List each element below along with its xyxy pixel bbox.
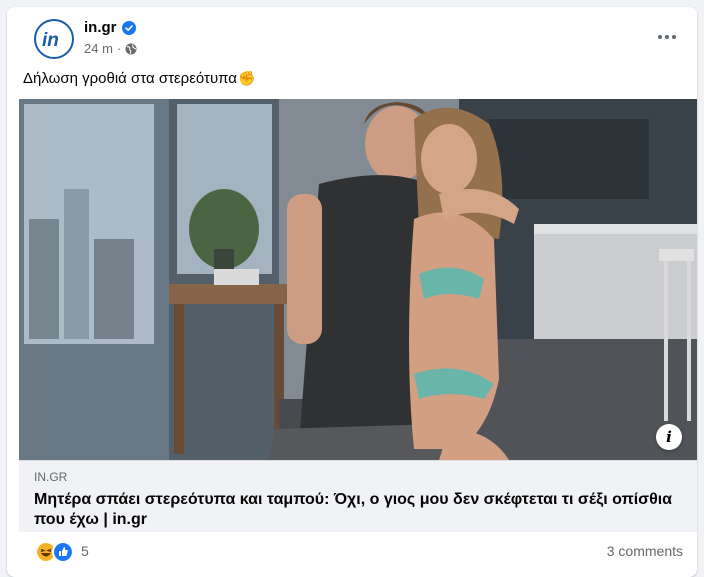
post-timestamp[interactable]: 24 m <box>84 41 113 56</box>
post-footer: 5 3 comments <box>7 539 697 567</box>
post-header: in in.gr 24 m · <box>7 7 697 67</box>
page-name-row: in.gr <box>84 19 136 36</box>
post-card: in in.gr 24 m · Δήλωση γροθιά στα στερεό… <box>7 7 697 577</box>
verified-badge-icon <box>121 20 136 35</box>
svg-text:in: in <box>42 30 59 51</box>
photo-scene <box>19 99 697 460</box>
link-domain: IN.GR <box>34 470 68 484</box>
post-caption: Δήλωση γροθιά στα στερεότυπα ✊ <box>23 70 255 87</box>
like-reaction-icon <box>52 541 74 563</box>
reaction-count[interactable]: 5 <box>81 543 89 559</box>
info-icon[interactable]: i <box>656 424 682 450</box>
meta-separator: · <box>116 41 122 56</box>
globe-icon[interactable] <box>125 43 137 55</box>
link-title[interactable]: Μητέρα σπάει στερεότυπα και ταμπού: Όχι,… <box>34 490 674 530</box>
more-dot <box>665 35 669 39</box>
more-dot <box>658 35 662 39</box>
comments-count[interactable]: 3 comments <box>607 543 683 559</box>
more-options-icon[interactable] <box>653 23 681 51</box>
in-logo-icon: in <box>42 30 59 51</box>
fist-emoji-icon: ✊ <box>237 70 256 86</box>
reaction-icons[interactable] <box>35 541 74 563</box>
more-dot <box>672 35 676 39</box>
page-avatar[interactable]: in <box>34 19 74 59</box>
page-name-link[interactable]: in.gr <box>84 19 117 36</box>
post-photo[interactable]: i <box>19 99 697 460</box>
caption-text: Δήλωση γροθιά στα στερεότυπα <box>23 70 237 87</box>
link-preview[interactable]: IN.GR Μητέρα σπάει στερεότυπα και ταμπού… <box>19 460 697 532</box>
post-meta: 24 m · <box>84 41 137 56</box>
